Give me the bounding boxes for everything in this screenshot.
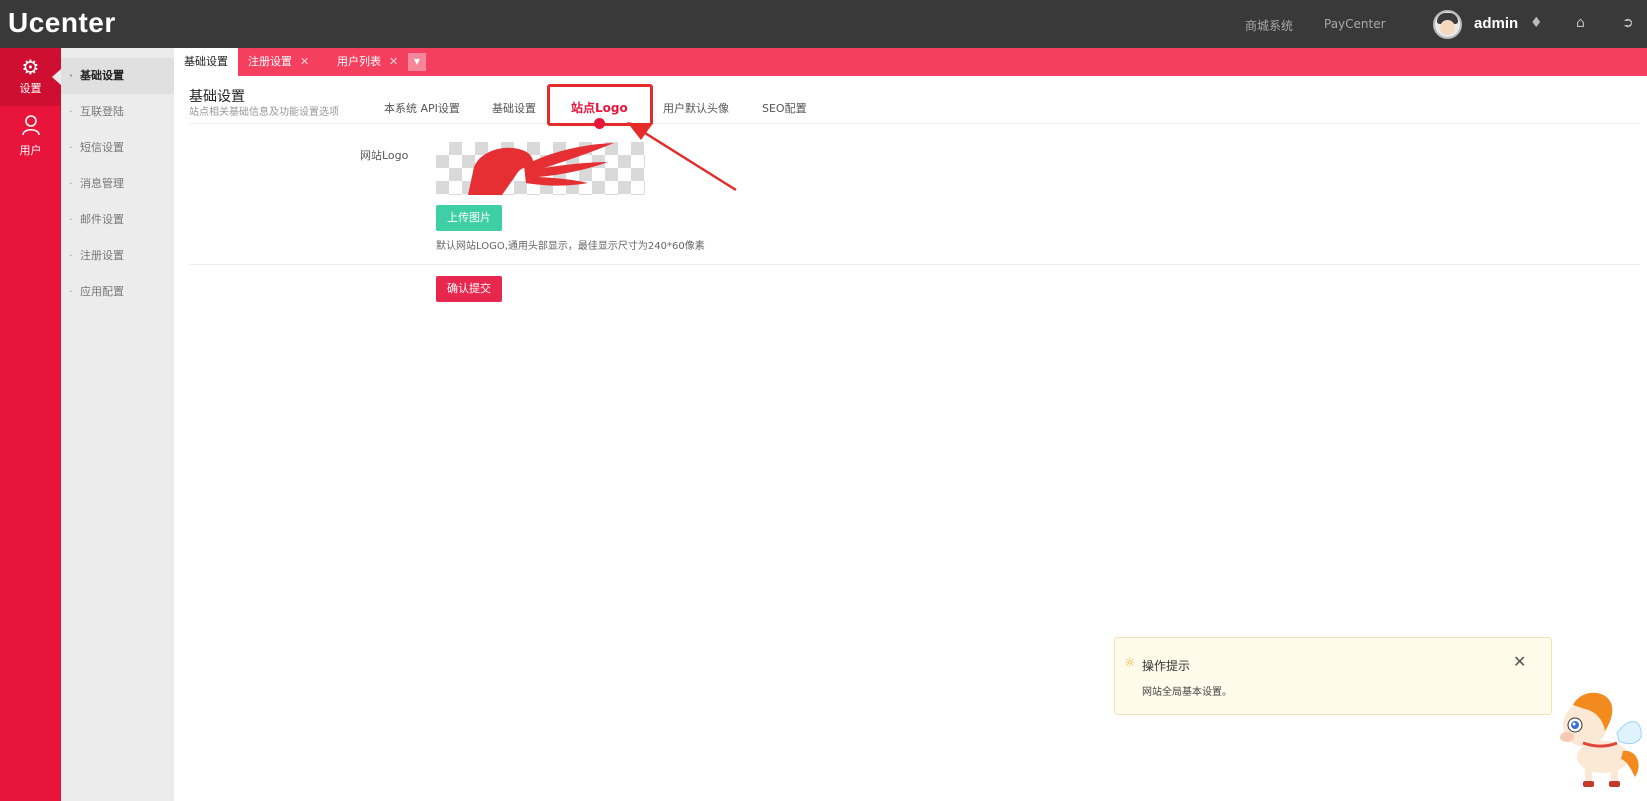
submenu-item-messages[interactable]: 消息管理 bbox=[61, 166, 174, 202]
logo-field-label: 网站Logo bbox=[360, 149, 409, 162]
tab-label: 用户列表 bbox=[337, 55, 381, 68]
tab-label: 注册设置 bbox=[248, 55, 292, 68]
submenu-item-basic[interactable]: 基础设置 bbox=[61, 58, 174, 94]
toast-title: 操作提示 bbox=[1142, 659, 1191, 673]
tab-register-settings[interactable]: 注册设置 ✕ bbox=[248, 48, 309, 76]
page-subtitle: 站点相关基础信息及功能设置选项 bbox=[189, 107, 339, 118]
app-logo[interactable]: Ucenter bbox=[8, 7, 116, 39]
tip-toast: ☼ 操作提示 ✕ 网站全局基本设置。 bbox=[1114, 637, 1552, 715]
sub-menu: 基础设置 互联登陆 短信设置 消息管理 邮件设置 注册设置 应用配置 bbox=[61, 48, 174, 801]
home-icon[interactable]: ⌂ bbox=[1576, 15, 1585, 31]
subtab-default-avatar[interactable]: 用户默认头像 bbox=[663, 100, 729, 116]
nav-link-mall[interactable]: 商城系统 bbox=[1245, 17, 1293, 34]
submenu-item-apps[interactable]: 应用配置 bbox=[61, 274, 174, 310]
submenu-item-sms[interactable]: 短信设置 bbox=[61, 130, 174, 166]
rail-item-label: 用户 bbox=[19, 144, 42, 157]
tab-dropdown-button[interactable]: ▼ bbox=[408, 53, 426, 71]
user-icon bbox=[0, 114, 61, 140]
subtab-basic[interactable]: 基础设置 bbox=[492, 100, 536, 116]
toast-body: 网站全局基本设置。 bbox=[1142, 687, 1232, 698]
tab-basic-settings[interactable]: 基础设置 bbox=[174, 48, 238, 76]
tab-user-list[interactable]: 用户列表 ✕ bbox=[337, 48, 398, 76]
user-name[interactable]: admin bbox=[1474, 15, 1518, 32]
submenu-item-register[interactable]: 注册设置 bbox=[61, 238, 174, 274]
tab-label: 基础设置 bbox=[184, 55, 228, 68]
logo-preview-image bbox=[436, 142, 645, 195]
divider bbox=[189, 123, 1640, 124]
close-icon[interactable]: ✕ bbox=[300, 55, 309, 68]
divider bbox=[189, 264, 1640, 265]
close-icon[interactable]: ✕ bbox=[1513, 652, 1526, 671]
rail-pointer bbox=[52, 69, 61, 85]
rail-item-users[interactable]: 用户 bbox=[0, 106, 61, 164]
tab-bar: 基础设置 注册设置 ✕ 用户列表 ✕ ▼ bbox=[174, 48, 1647, 76]
close-icon[interactable]: ✕ bbox=[389, 55, 398, 68]
top-bar: Ucenter 商城系统 PayCenter admin ♦ ⌂ ➲ bbox=[0, 0, 1647, 48]
submenu-item-oauth[interactable]: 互联登陆 bbox=[61, 94, 174, 130]
subtab-api[interactable]: 本系统 API设置 bbox=[384, 100, 460, 116]
bell-icon[interactable]: ♦ bbox=[1530, 15, 1543, 31]
pony-mascot-image[interactable] bbox=[1545, 685, 1645, 795]
upload-image-button[interactable]: 上传图片 bbox=[436, 205, 502, 231]
nav-link-paycenter[interactable]: PayCenter bbox=[1324, 17, 1386, 31]
active-tab-dot bbox=[594, 118, 605, 129]
avatar[interactable] bbox=[1433, 10, 1462, 39]
lightbulb-icon: ☼ bbox=[1124, 656, 1136, 671]
chevron-down-icon: ▼ bbox=[413, 57, 421, 66]
logout-icon[interactable]: ➲ bbox=[1622, 15, 1634, 31]
submenu-item-email[interactable]: 邮件设置 bbox=[61, 202, 174, 238]
main-nav-rail: ⚙ 设置 用户 bbox=[0, 48, 61, 801]
logo-help-text: 默认网站LOGO,通用头部显示，最佳显示尺寸为240*60像素 bbox=[436, 241, 705, 252]
subtab-seo[interactable]: SEO配置 bbox=[762, 100, 807, 116]
submit-button[interactable]: 确认提交 bbox=[436, 276, 502, 302]
